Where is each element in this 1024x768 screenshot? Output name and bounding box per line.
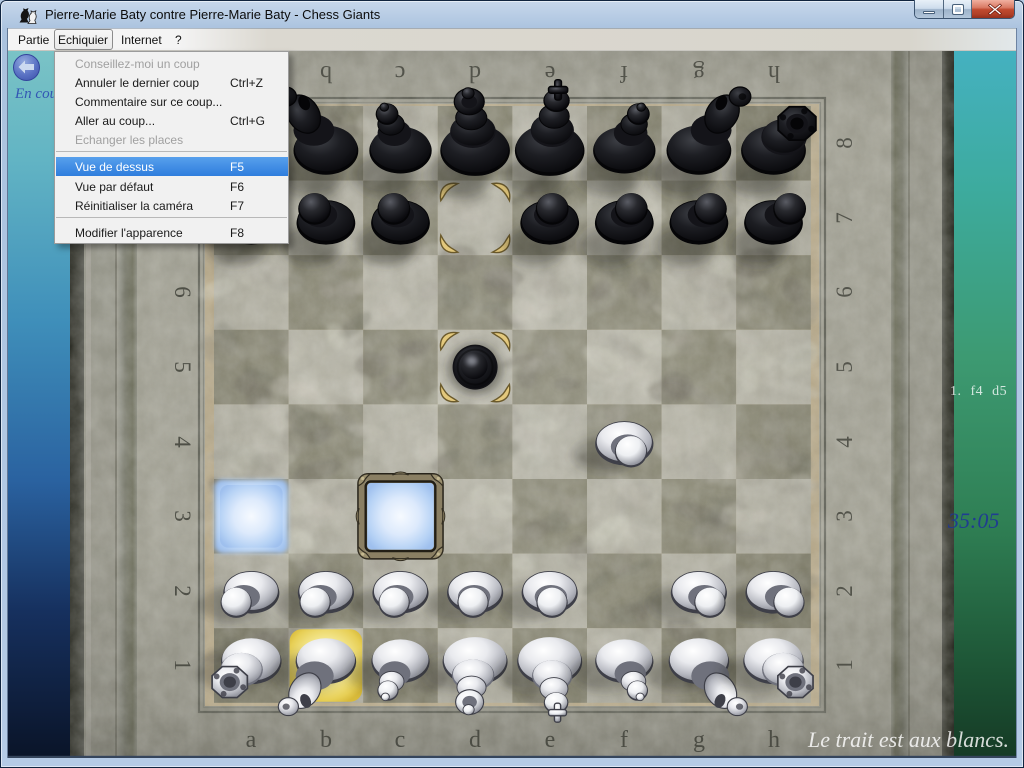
svg-text:h: h: [768, 727, 780, 753]
svg-text:8: 8: [832, 137, 857, 149]
svg-text:f: f: [620, 727, 628, 753]
svg-text:b: b: [320, 60, 332, 86]
svg-text:3: 3: [832, 510, 857, 522]
svg-text:4: 4: [832, 436, 857, 448]
svg-text:d: d: [469, 60, 481, 86]
svg-text:d: d: [469, 727, 481, 753]
svg-text:e: e: [545, 60, 556, 86]
svg-text:1: 1: [170, 659, 195, 671]
svg-text:h: h: [768, 60, 780, 86]
svg-text:6: 6: [170, 286, 195, 298]
svg-text:4: 4: [170, 436, 195, 448]
svg-text:a: a: [246, 727, 257, 753]
svg-text:1: 1: [832, 659, 857, 671]
svg-text:g: g: [693, 60, 705, 86]
svg-text:e: e: [545, 727, 556, 753]
svg-text:2: 2: [832, 585, 857, 597]
svg-text:6: 6: [832, 286, 857, 298]
svg-text:5: 5: [832, 361, 857, 373]
svg-text:2: 2: [170, 585, 195, 597]
svg-text:5: 5: [170, 361, 195, 373]
svg-text:b: b: [320, 727, 332, 753]
svg-text:7: 7: [832, 212, 857, 224]
svg-text:3: 3: [170, 510, 195, 522]
svg-text:c: c: [395, 727, 406, 753]
svg-text:g: g: [693, 727, 705, 753]
svg-text:c: c: [395, 60, 406, 86]
svg-text:f: f: [620, 60, 628, 86]
